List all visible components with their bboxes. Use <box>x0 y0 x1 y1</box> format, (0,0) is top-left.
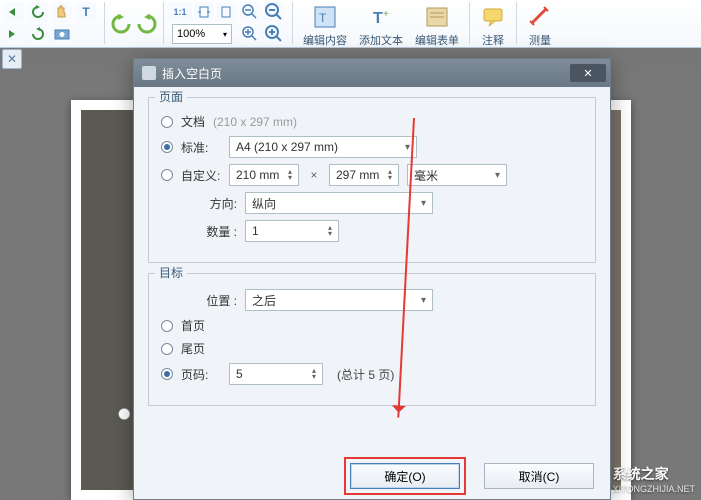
first-page-label: 首页 <box>181 317 205 334</box>
dialog-titlebar[interactable]: 插入空白页 ✕ <box>134 59 610 87</box>
dialog-title: 插入空白页 <box>162 65 222 82</box>
page-group-title: 页面 <box>155 88 187 105</box>
zoom-out-large-icon[interactable] <box>264 2 284 22</box>
last-page-label: 尾页 <box>181 340 205 357</box>
snapshot-icon[interactable] <box>52 24 72 44</box>
separator <box>163 2 164 44</box>
page-number-label: 页码: <box>181 366 221 383</box>
measure-label: 测量 <box>529 32 551 48</box>
standard-radio-label: 标准: <box>181 139 221 156</box>
page-number-value: 5 <box>236 367 243 381</box>
target-group-title: 目标 <box>155 264 187 281</box>
orientation-value: 纵向 <box>252 195 276 212</box>
quantity-label: 数量 : <box>183 223 237 240</box>
quantity-value: 1 <box>252 224 259 238</box>
unit-select[interactable]: 毫米 ▾ <box>407 164 507 186</box>
zoom-in-icon[interactable] <box>240 24 260 44</box>
rotate-right-icon[interactable] <box>28 24 48 44</box>
ribbon-toolbar: T 1:1 100%▾ T 编辑内容 T+ 添加文本 编辑表单 <box>0 0 701 48</box>
standard-radio[interactable] <box>161 141 173 153</box>
edit-form-button[interactable]: 编辑表单 <box>409 2 465 50</box>
document-radio-label: 文档 <box>181 113 205 130</box>
page-group: 页面 文档 (210 x 297 mm) 标准: A4 (210 x 297 m… <box>148 97 596 263</box>
document-size-text: (210 x 297 mm) <box>213 115 297 129</box>
custom-height-input[interactable]: 297 mm ▴▾ <box>329 164 399 186</box>
last-page-radio[interactable] <box>161 343 173 355</box>
zoom-in-large-icon[interactable] <box>264 24 284 44</box>
new-tab-button[interactable]: ✕ <box>2 49 22 69</box>
fit-page-icon[interactable] <box>216 2 236 22</box>
dialog-footer: 确定(O) 取消(C) <box>134 453 610 499</box>
annotate-label: 注释 <box>482 32 504 48</box>
redo-forward-icon[interactable] <box>4 24 24 44</box>
multiply-icon: × <box>307 168 321 182</box>
measure-button[interactable]: 测量 <box>521 2 559 50</box>
hand-tool-icon[interactable] <box>52 2 72 22</box>
rotate-left-icon[interactable] <box>28 2 48 22</box>
svg-text:T: T <box>319 11 327 25</box>
rotate-cw-icon[interactable] <box>135 12 159 36</box>
custom-radio[interactable] <box>161 169 173 181</box>
close-button[interactable]: ✕ <box>570 64 606 82</box>
add-text-label: 添加文本 <box>359 32 403 48</box>
quantity-input[interactable]: 1 ▴▾ <box>245 220 339 242</box>
unit-value: 毫米 <box>414 167 438 184</box>
separator <box>292 2 293 44</box>
svg-text:T: T <box>373 10 383 27</box>
watermark-sub: XITONGZHIJIA.NET <box>613 484 695 494</box>
position-value: 之后 <box>252 292 276 309</box>
zoom-out-icon[interactable] <box>240 2 260 22</box>
position-label: 位置 : <box>183 292 237 309</box>
orientation-label: 方向: <box>183 195 237 212</box>
custom-height-value: 297 mm <box>336 168 379 182</box>
fit-width-icon[interactable] <box>194 2 214 22</box>
standard-size-value: A4 (210 x 297 mm) <box>236 140 338 154</box>
text-select-icon[interactable]: T <box>76 2 96 22</box>
cancel-button[interactable]: 取消(C) <box>484 463 594 489</box>
dialog-icon <box>142 66 156 80</box>
watermark-text: 系统之家 <box>613 464 695 484</box>
custom-radio-label: 自定义: <box>181 167 221 184</box>
separator <box>104 2 105 44</box>
total-pages-text: (总计 5 页) <box>337 366 394 383</box>
edit-content-button[interactable]: T 编辑内容 <box>297 2 353 50</box>
position-select[interactable]: 之后 ▾ <box>245 289 433 311</box>
document-radio[interactable] <box>161 116 173 128</box>
standard-size-select[interactable]: A4 (210 x 297 mm) ▾ <box>229 136 417 158</box>
page-number-radio[interactable] <box>161 368 173 380</box>
target-group: 目标 位置 : 之后 ▾ 首页 尾页 页码: 5 <box>148 273 596 406</box>
rotate-ccw-icon[interactable] <box>109 12 133 36</box>
svg-text:+: + <box>383 9 389 20</box>
custom-width-input[interactable]: 210 mm ▴▾ <box>229 164 299 186</box>
ok-highlight-box: 确定(O) <box>344 457 466 495</box>
zoom-value: 100% <box>177 28 205 40</box>
first-page-radio[interactable] <box>161 320 173 332</box>
edit-form-label: 编辑表单 <box>415 32 459 48</box>
zoom-level-select[interactable]: 100%▾ <box>172 24 232 44</box>
insert-blank-page-dialog: 插入空白页 ✕ 页面 文档 (210 x 297 mm) 标准: A4 (210… <box>133 58 611 500</box>
add-text-button[interactable]: T+ 添加文本 <box>353 2 409 50</box>
zoom-actual-size[interactable]: 1:1 <box>168 2 192 22</box>
annotate-button[interactable]: 注释 <box>474 2 512 50</box>
orientation-select[interactable]: 纵向 ▾ <box>245 192 433 214</box>
ok-button[interactable]: 确定(O) <box>350 463 460 489</box>
separator <box>516 2 517 44</box>
separator <box>469 2 470 44</box>
custom-width-value: 210 mm <box>236 168 279 182</box>
undo-back-icon[interactable] <box>4 2 24 22</box>
edit-content-label: 编辑内容 <box>303 32 347 48</box>
page-number-input[interactable]: 5 ▴▾ <box>229 363 323 385</box>
